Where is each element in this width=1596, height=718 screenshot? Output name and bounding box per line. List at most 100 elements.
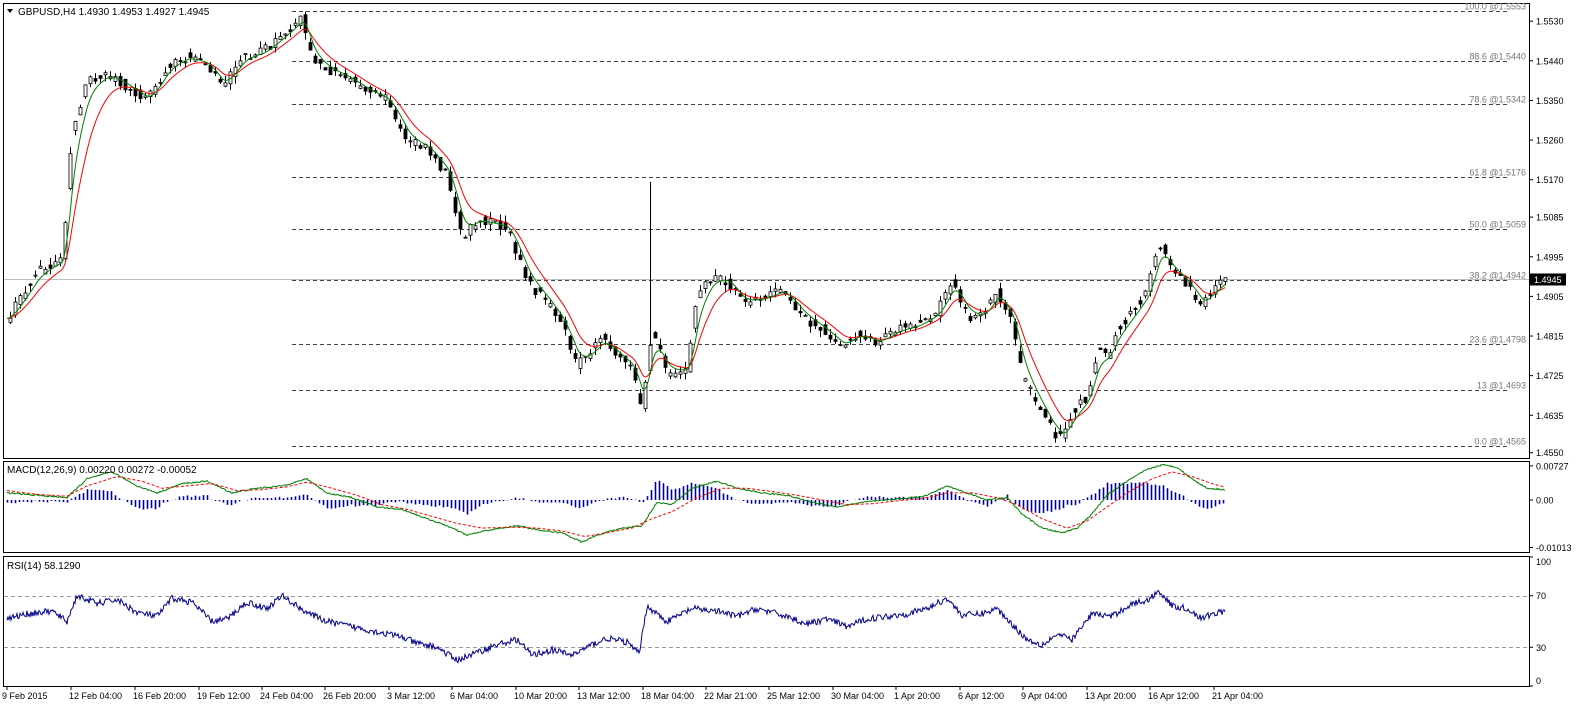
time-tick-label: 22 Mar 21:00 [704, 691, 757, 701]
candle-body [568, 335, 573, 350]
time-tick-label: 13 Apr 20:00 [1085, 691, 1136, 701]
time-tick-label: 26 Feb 20:00 [323, 691, 376, 701]
candle-body [443, 168, 448, 171]
candle-body [243, 53, 248, 56]
candle-body [778, 288, 783, 293]
candle-body [843, 344, 848, 348]
time-tick-label: 30 Mar 04:00 [831, 691, 884, 701]
fib-level-label: 0.0 @1.4565 [1474, 437, 1526, 447]
price-panel[interactable]: 100.0 @1.5553 88.6 @1.5440 78.6 @1.5342 61.… [3, 2, 1530, 459]
fib-level-label: 50.0 @1.5059 [1469, 220, 1526, 230]
price-tick-label: 1.4815 [1536, 332, 1564, 342]
candle-body [658, 345, 663, 350]
time-tick-label: 25 Mar 12:00 [767, 691, 820, 701]
candle-body [1038, 406, 1043, 411]
candle-body [523, 267, 528, 278]
candle-body [748, 301, 753, 306]
candle-body [1083, 396, 1088, 403]
candle-body [1078, 399, 1083, 405]
candle-body [1028, 386, 1033, 389]
candle-body [513, 242, 518, 254]
candle-body [408, 140, 413, 143]
candle-body [418, 145, 423, 149]
candle-body [858, 330, 863, 337]
candle-body [1118, 325, 1123, 330]
candle-body [803, 314, 808, 317]
candle-body [578, 357, 583, 369]
candle-body [1153, 255, 1158, 268]
candle-body [218, 78, 223, 83]
rsi-label: RSI(14) 58.1290 [7, 561, 81, 572]
candle-body [708, 281, 713, 284]
candle-body [628, 364, 633, 367]
candle-body [788, 296, 793, 301]
candle-body [1103, 348, 1108, 354]
candle-body [598, 337, 603, 343]
candle-body [348, 78, 353, 82]
candle-body [1158, 247, 1163, 250]
candle-body [573, 353, 578, 359]
macd-tick-label: 0.00 [1536, 495, 1554, 505]
time-tick-label: 16 Apr 12:00 [1148, 691, 1199, 701]
candle-body [28, 283, 33, 286]
candle-body [33, 274, 38, 277]
candle-body [948, 285, 953, 295]
candle-body [178, 60, 183, 62]
candle-body [38, 265, 43, 269]
rsi-panel[interactable]: RSI(14) 58.1290 [3, 556, 1530, 687]
candle-body [263, 44, 268, 50]
candle-body [73, 121, 78, 131]
time-tick-label: 9 Feb 2015 [2, 691, 48, 701]
forex-chart: 100.0 @1.5553 88.6 @1.5440 78.6 @1.5342 61.… [0, 0, 1596, 718]
candle-body [103, 72, 108, 76]
candle-body [493, 219, 498, 223]
candle-body [943, 292, 948, 300]
candle-body [118, 76, 123, 87]
time-tick-label: 19 Feb 12:00 [197, 691, 250, 701]
candle-body [693, 306, 698, 329]
candle-body [188, 52, 193, 58]
candle-body [183, 61, 188, 64]
candle-body [1198, 301, 1203, 305]
candle-body [558, 314, 563, 322]
candle-body [818, 326, 823, 331]
candle-body [223, 82, 228, 87]
candle-body [878, 341, 883, 346]
candle-body [433, 154, 438, 159]
candle-body [463, 236, 468, 239]
candle-body [328, 66, 333, 76]
candle-body [393, 109, 398, 120]
candle-body [533, 288, 538, 295]
candle-body [398, 124, 403, 129]
candle-body [1123, 319, 1128, 325]
time-tick-label: 12 Feb 04:00 [69, 691, 122, 701]
fib-level-label: 13 @1.4693 [1477, 381, 1526, 391]
candle-body [923, 318, 928, 321]
candle-body [918, 319, 923, 323]
candle-body [838, 344, 843, 346]
rsi-tick-label: 100 [1536, 557, 1551, 567]
chart-symbol-header: GBPUSD,H4 1.4930 1.4953 1.4927 1.4945 [18, 7, 210, 18]
candle-body [158, 81, 163, 84]
time-tick-label: 9 Apr 04:00 [1021, 691, 1067, 701]
price-tick-label: 1.4995 [1536, 252, 1564, 262]
candle-body [653, 331, 658, 339]
candle-body [1128, 310, 1133, 315]
time-tick-label: 24 Feb 04:00 [260, 691, 313, 701]
candle-body [238, 60, 243, 67]
time-tick-label: 21 Apr 04:00 [1212, 691, 1263, 701]
candle-body [308, 42, 313, 51]
candle-body [163, 72, 168, 77]
price-tick-label: 1.5440 [1536, 56, 1564, 66]
macd-tick-label: 0.00727 [1536, 461, 1569, 471]
candle-body [1093, 362, 1098, 374]
rsi-tick-label: 30 [1536, 643, 1546, 653]
current-price-label: 1.4945 [1534, 275, 1562, 285]
candle-body [83, 84, 88, 98]
time-tick-label: 3 Mar 12:00 [387, 691, 435, 701]
time-tick-label: 13 Mar 12:00 [577, 691, 630, 701]
candle-body [1223, 277, 1228, 282]
candle-body [203, 63, 208, 66]
candle-body [168, 63, 173, 68]
macd-panel[interactable]: MACD(12,26,9) 0.00220 0.00272 -0.00052 [3, 461, 1530, 553]
